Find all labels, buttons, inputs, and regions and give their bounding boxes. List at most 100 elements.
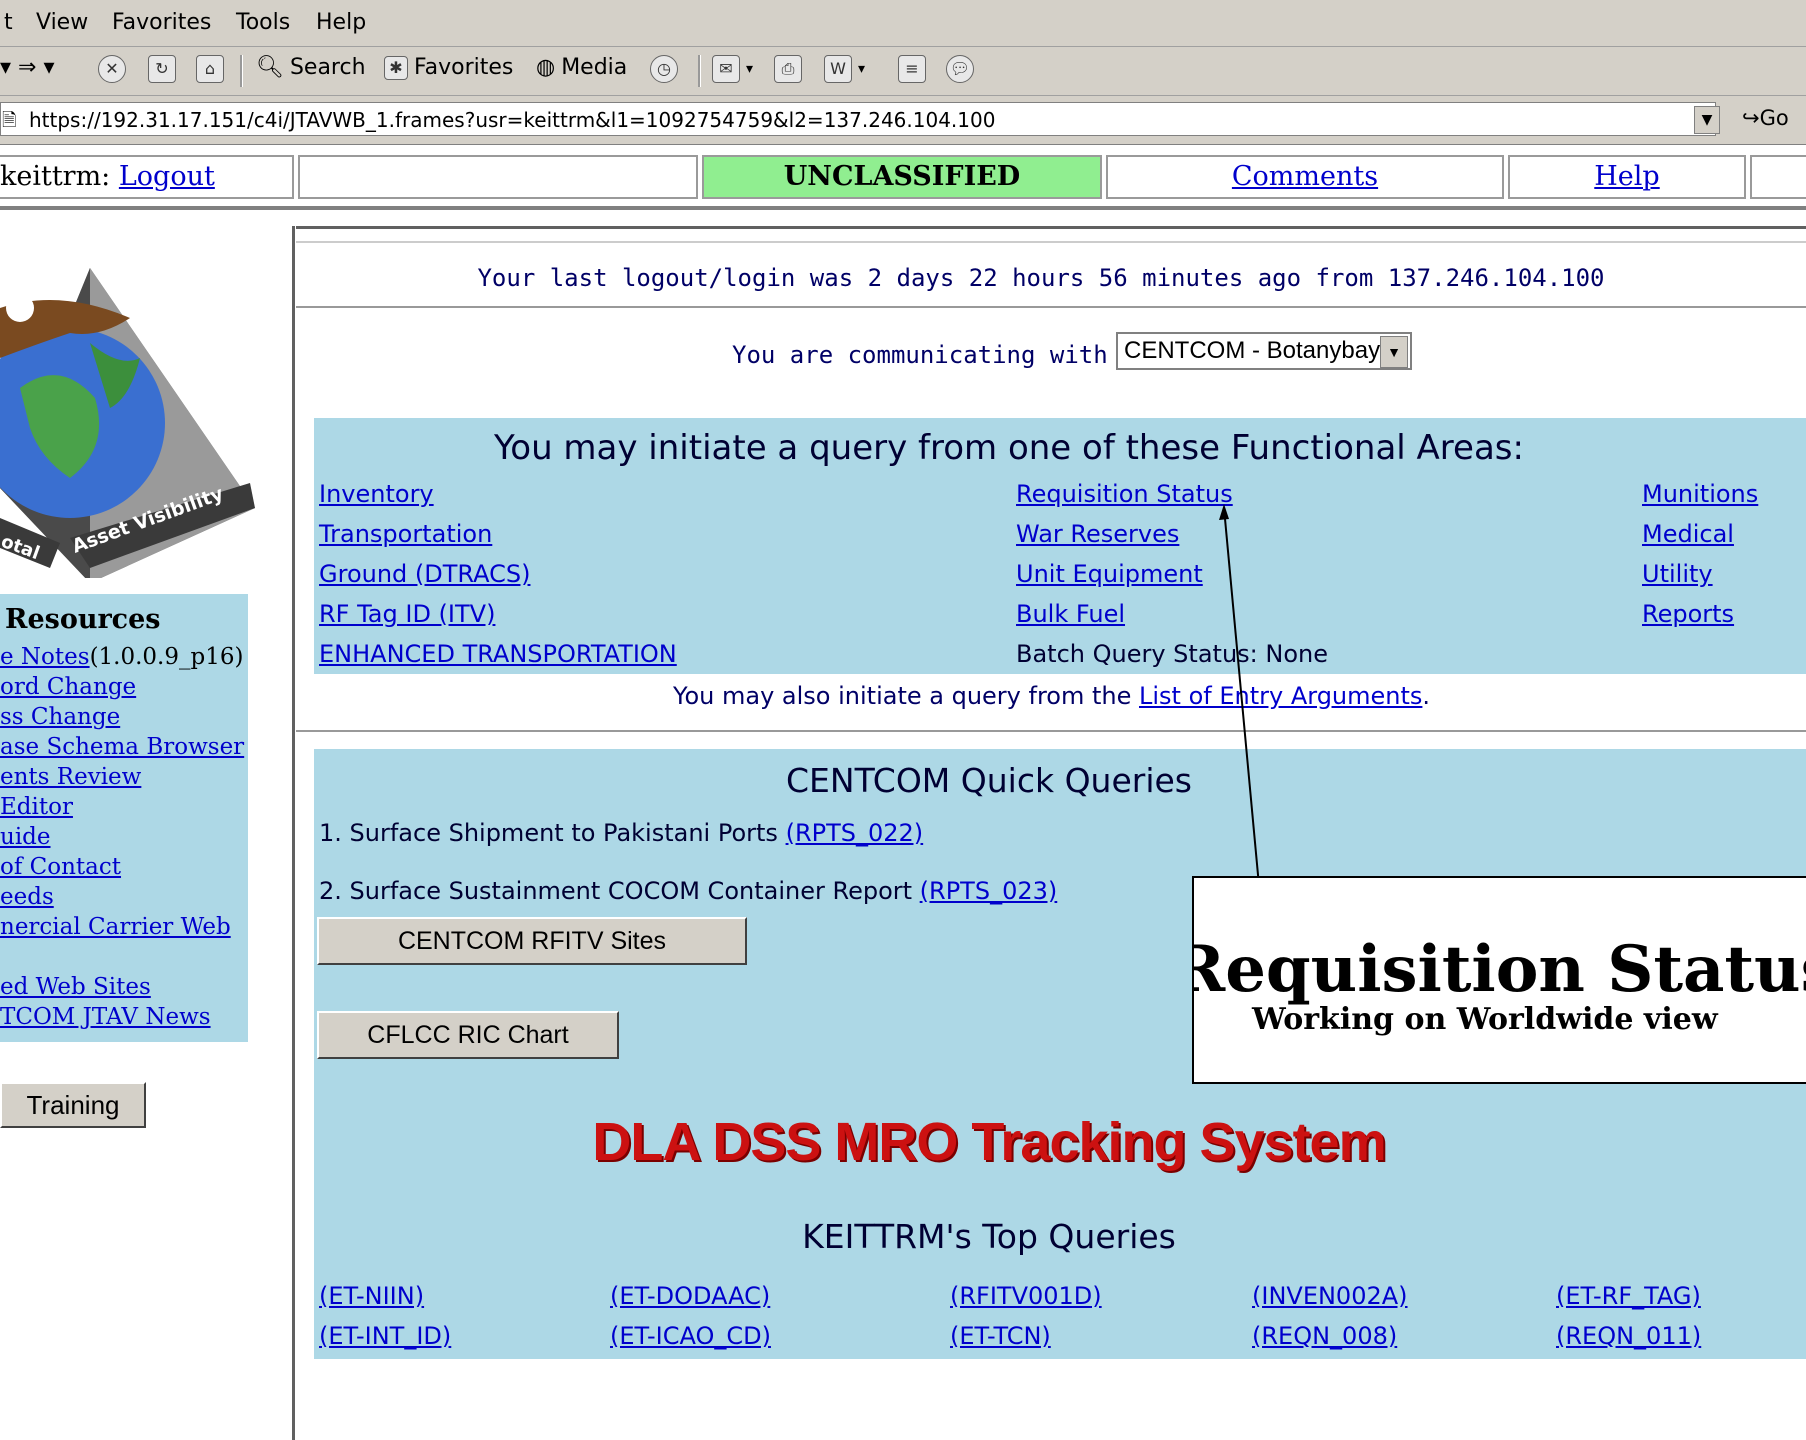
ground-dtracs-link[interactable]: Ground (DTRACS) [319,560,530,588]
go-button[interactable]: ↪Go [1742,106,1789,130]
back-button[interactable]: ▾ ⇒ ▾ [0,55,55,80]
user-name: keittrm: [0,161,111,192]
password-change-link[interactable]: ord Change [0,674,136,700]
callout-box: Requisition Status Working on Worldwide … [1192,876,1806,1084]
address-dropdown-button[interactable]: ▼ [1694,106,1720,134]
quick-query-2: 2. Surface Sustainment COCOM Container R… [319,877,1057,905]
menu-item-file[interactable]: t [4,10,13,35]
media-button[interactable]: ◍ Media [536,55,627,80]
list-of-entry-arguments-link[interactable]: List of Entry Arguments [1139,682,1422,710]
training-button[interactable]: Training [0,1082,146,1128]
centcom-rfitv-sites-button[interactable]: CENTCOM RFITV Sites [317,917,747,965]
quick-query-2-text: 2. Surface Sustainment COCOM Container R… [319,877,913,905]
favorites-button[interactable]: ✱ Favorites [384,55,513,80]
guide-link[interactable]: uide [0,824,51,850]
release-notes-item: e Notes(1.0.0.9_p16) [0,644,243,670]
history-button[interactable]: ◷ [650,55,678,83]
messenger-button[interactable]: 💬︎ [946,55,974,83]
requisition-status-link[interactable]: Requisition Status [1016,480,1233,508]
top-query-et-rf-tag[interactable]: (ET-RF_TAG) [1556,1282,1701,1310]
bulk-fuel-link[interactable]: Bulk Fuel [1016,600,1125,628]
transportation-link[interactable]: Transportation [319,520,492,548]
editor-link[interactable]: Editor [0,794,73,820]
top-frame: keittrm: Logout UNCLASSIFIED Comments He… [0,146,1806,210]
reports-link[interactable]: Reports [1642,600,1734,628]
top-query-rfitv001d[interactable]: (RFITV001D) [950,1282,1102,1310]
main-frame: Your last logout/login was 2 days 22 hou… [296,226,1806,1440]
top-query-et-icao-cd[interactable]: (ET-ICAO_CD) [610,1322,771,1350]
comments-review-link[interactable]: ents Review [0,764,141,790]
callout-subtitle: Working on Worldwide view [1252,1002,1718,1037]
refresh-button[interactable]: ↻ [148,55,176,83]
centcom-jtav-news-link[interactable]: TCOM JTAV News [0,1004,211,1030]
commercial-carrier-web-link[interactable]: nercial Carrier Web [0,914,231,940]
menu-item-favorites[interactable]: Favorites [112,10,211,35]
points-of-contact-link[interactable]: of Contact [0,854,121,880]
top-query-et-tcn[interactable]: (ET-TCN) [950,1322,1051,1350]
release-notes-link[interactable]: e Notes [0,644,90,670]
media-icon: ◍ [536,55,556,80]
stop-button[interactable]: ✕ [98,55,126,83]
unit-equipment-link[interactable]: Unit Equipment [1016,560,1203,588]
rpts-023-link[interactable]: (RPTS_023) [920,877,1058,905]
menu-item-tools[interactable]: Tools [236,10,290,35]
release-version: (1.0.0.9_p16) [89,644,244,670]
server-select-value: CENTCOM - Botanybay [1124,337,1381,364]
rf-tag-id-link[interactable]: RF Tag ID (ITV) [319,600,495,628]
needs-link[interactable]: eeds [0,884,54,910]
search-icon: 🔍︎ [256,55,284,80]
quick-queries-title: CENTCOM Quick Queries [785,761,1192,800]
server-select[interactable]: CENTCOM - Botanybay ▼ [1116,332,1412,370]
discuss-button[interactable]: ≡ [898,55,926,83]
favorites-label: Favorites [414,55,514,80]
print-button[interactable]: ⎙ [774,55,802,83]
favorites-icon: ✱ [384,55,408,80]
top-query-et-niin[interactable]: (ET-NIIN) [319,1282,424,1310]
print-icon: ⎙ [774,55,802,83]
inventory-link[interactable]: Inventory [319,480,434,508]
related-web-sites-link[interactable]: ed Web Sites [0,974,151,1000]
centcom-rfitv-sites-label: CENTCOM RFITV Sites [397,927,667,955]
quick-query-1-text: 1. Surface Shipment to Pakistani Ports [319,819,778,847]
mail-icon: ✉ [712,55,740,83]
user-cell: keittrm: Logout [0,155,294,199]
communicating-label: You are communicating with [732,341,1108,369]
utility-link[interactable]: Utility [1642,560,1713,588]
top-query-et-int-id[interactable]: (ET-INT_ID) [319,1322,451,1350]
help-cell: Help [1508,155,1746,199]
dla-dss-title[interactable]: DLA DSS MRO Tracking System [314,1111,1664,1173]
address-input[interactable]: https://192.31.17.151/c4i/JTAVWB_1.frame… [0,102,1716,136]
go-arrow-icon: ↪ [1742,106,1760,130]
training-label: Training [26,1090,120,1120]
medical-link[interactable]: Medical [1642,520,1734,548]
war-reserves-link[interactable]: War Reserves [1016,520,1179,548]
access-change-link[interactable]: ss Change [0,704,120,730]
go-label: Go [1759,106,1789,130]
search-button[interactable]: 🔍︎ Search [256,55,366,80]
extra-cell [1750,155,1806,199]
enhanced-transportation-link[interactable]: ENHANCED TRANSPORTATION [319,640,677,668]
edit-button[interactable]: W ▾ [824,55,865,83]
menu-item-help[interactable]: Help [316,10,366,35]
resources-title: Resources [5,604,161,635]
top-query-inven002a[interactable]: (INVEN002A) [1252,1282,1408,1310]
comments-link[interactable]: Comments [1232,161,1378,192]
home-button[interactable]: ⌂ [196,55,224,83]
menu-item-view[interactable]: View [36,10,88,35]
cflcc-ric-chart-button[interactable]: CFLCC RIC Chart [317,1011,619,1059]
top-query-et-dodaac[interactable]: (ET-DODAAC) [610,1282,770,1310]
frame-divider [296,226,1806,243]
help-link[interactable]: Help [1594,161,1659,192]
database-schema-browser-link[interactable]: ase Schema Browser [0,734,244,760]
munitions-link[interactable]: Munitions [1642,480,1758,508]
logout-link[interactable]: Logout [119,161,215,192]
rpts-022-link[interactable]: (RPTS_022) [786,819,924,847]
mail-button[interactable]: ✉ ▾ [712,55,753,83]
callout-title: Requisition Status [1192,932,1806,1007]
top-query-reqn-011[interactable]: (REQN_011) [1556,1322,1701,1350]
classification-label: UNCLASSIFIED [783,161,1021,192]
cflcc-ric-chart-label: CFLCC RIC Chart [367,1021,569,1049]
history-icon: ◷ [650,55,678,83]
top-query-reqn-008[interactable]: (REQN_008) [1252,1322,1397,1350]
chevron-down-icon[interactable]: ▼ [1380,336,1408,368]
